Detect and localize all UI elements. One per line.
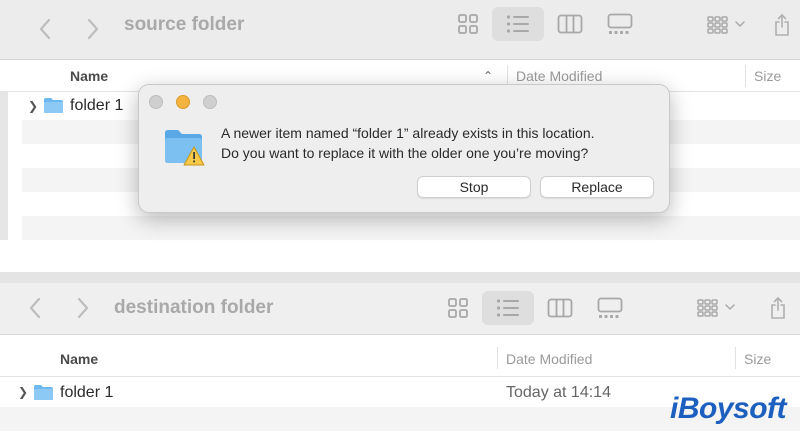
icon-view-button[interactable] — [432, 291, 484, 325]
toolbar: source folder — [0, 0, 800, 60]
destination-finder-window: destination folder Name Date Modified Si… — [0, 283, 800, 432]
icon-view-icon — [458, 14, 478, 34]
forward-button[interactable] — [68, 293, 98, 323]
list-view-button[interactable] — [482, 291, 534, 325]
gallery-view-icon — [607, 13, 633, 34]
group-icon — [707, 16, 745, 34]
disclosure-triangle-icon[interactable]: ❯ — [18, 385, 28, 399]
group-icon — [697, 299, 735, 317]
toolbar: destination folder — [0, 283, 800, 335]
iboysoft-watermark: iBoysoft — [670, 392, 787, 425]
replace-button[interactable]: Replace — [540, 176, 654, 198]
sort-ascending-icon[interactable]: ⌃ — [483, 69, 493, 83]
minimize-window-button[interactable] — [176, 95, 190, 109]
column-view-button[interactable] — [534, 291, 586, 325]
column-header: Name Date Modified Size — [0, 335, 800, 377]
column-view-icon — [547, 298, 573, 318]
disclosure-triangle-icon[interactable]: ❯ — [28, 99, 38, 113]
file-date-modified: Today at 14:14 — [506, 384, 611, 401]
icon-view-button[interactable] — [442, 7, 494, 41]
back-icon — [39, 18, 51, 40]
column-size[interactable]: Size — [754, 68, 781, 84]
icon-view-icon — [448, 298, 468, 318]
list-view-icon — [506, 15, 529, 33]
file-name: folder 1 — [70, 97, 124, 114]
column-name[interactable]: Name — [60, 351, 98, 367]
forward-button[interactable] — [78, 14, 108, 44]
zoom-window-button[interactable] — [203, 95, 217, 109]
replace-confirmation-dialog: A newer item named “folder 1” already ex… — [138, 84, 670, 213]
share-button[interactable] — [768, 10, 796, 40]
folder-icon — [34, 385, 53, 400]
folder-icon — [44, 98, 63, 113]
dialog-message-line-2: Do you want to replace it with the older… — [221, 145, 589, 161]
forward-icon — [87, 18, 99, 40]
back-button[interactable] — [30, 14, 60, 44]
column-date-modified[interactable]: Date Modified — [516, 68, 602, 84]
gallery-view-icon — [597, 297, 623, 318]
group-button[interactable] — [690, 293, 742, 323]
gallery-view-button[interactable] — [584, 291, 636, 325]
gallery-view-button[interactable] — [594, 7, 646, 41]
column-view-button[interactable] — [544, 7, 596, 41]
back-button[interactable] — [20, 293, 50, 323]
close-window-button[interactable] — [149, 95, 163, 109]
list-view-button[interactable] — [492, 7, 544, 41]
forward-icon — [77, 297, 89, 319]
window-title: source folder — [124, 14, 245, 35]
share-button[interactable] — [764, 293, 792, 323]
window-title: destination folder — [114, 297, 274, 318]
back-icon — [29, 297, 41, 319]
column-size[interactable]: Size — [744, 351, 771, 367]
column-name[interactable]: Name — [70, 68, 108, 84]
dialog-message-line-1: A newer item named “folder 1” already ex… — [221, 125, 595, 141]
list-view-icon — [496, 299, 519, 317]
share-icon — [771, 296, 785, 319]
group-button[interactable] — [700, 10, 752, 40]
share-icon — [775, 13, 789, 36]
stop-button[interactable]: Stop — [417, 176, 531, 198]
folder-warning-icon — [165, 130, 205, 166]
column-date-modified[interactable]: Date Modified — [506, 351, 592, 367]
column-view-icon — [557, 14, 583, 34]
file-name: folder 1 — [60, 384, 114, 401]
